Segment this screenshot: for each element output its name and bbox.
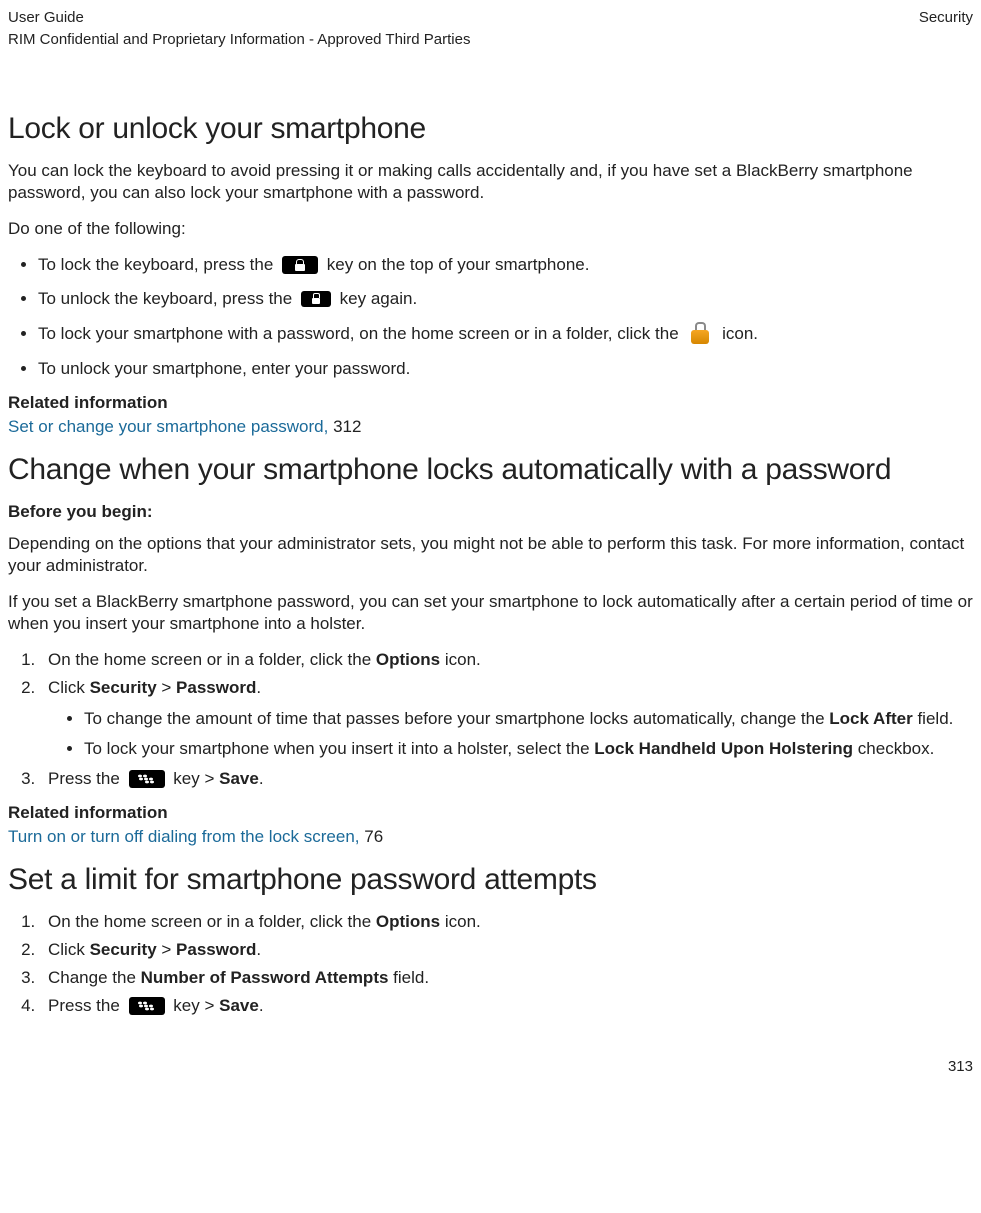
- text: icon.: [722, 324, 758, 343]
- auto-lock-sub-bullets: To change the amount of time that passes…: [48, 708, 973, 760]
- text: On the home screen or in a folder, click…: [48, 650, 376, 669]
- text: Save: [219, 996, 259, 1015]
- lock-icon: [689, 322, 711, 344]
- list-item: Click Security > Password. To change the…: [40, 677, 973, 759]
- text: key on the top of your smartphone.: [327, 255, 590, 274]
- text: Lock Handheld Upon Holstering: [594, 739, 853, 758]
- list-item: To lock your smartphone when you insert …: [84, 738, 973, 760]
- related-info-heading: Related information: [8, 802, 973, 824]
- text: Change the: [48, 968, 141, 987]
- page-header: User Guide Security: [8, 8, 973, 28]
- related-link[interactable]: Set or change your smartphone password,: [8, 417, 333, 436]
- text: field.: [388, 968, 429, 987]
- text: To change the amount of time that passes…: [84, 709, 829, 728]
- list-item: Press the key > Save.: [40, 768, 973, 790]
- related-link-row: Set or change your smartphone password, …: [8, 416, 973, 438]
- related-link[interactable]: Turn on or turn off dialing from the loc…: [8, 827, 364, 846]
- lock-key-icon: [282, 256, 318, 274]
- text: Password: [176, 678, 256, 697]
- text: Security: [90, 678, 157, 697]
- list-item: Press the key > Save.: [40, 995, 973, 1017]
- text: Security: [90, 940, 157, 959]
- text: Options: [376, 650, 440, 669]
- text: icon.: [440, 912, 481, 931]
- related-page: 76: [364, 827, 383, 846]
- heading-auto-lock: Change when your smartphone locks automa…: [8, 450, 973, 489]
- auto-lock-intro: If you set a BlackBerry smartphone passw…: [8, 591, 973, 635]
- text: Number of Password Attempts: [141, 968, 389, 987]
- text: Save: [219, 769, 259, 788]
- text: >: [157, 940, 176, 959]
- text: key >: [173, 996, 219, 1015]
- text: To lock your smartphone with a password,…: [38, 324, 683, 343]
- password-attempts-steps: On the home screen or in a folder, click…: [8, 911, 973, 1017]
- text: icon.: [440, 650, 481, 669]
- text: .: [259, 996, 264, 1015]
- lock-unlock-bullets: To lock the keyboard, press the key on t…: [8, 254, 973, 379]
- text: Click: [48, 678, 90, 697]
- text: field.: [913, 709, 954, 728]
- text: To lock your smartphone when you insert …: [84, 739, 594, 758]
- page-number: 313: [8, 1057, 973, 1077]
- related-link-row: Turn on or turn off dialing from the loc…: [8, 826, 973, 848]
- heading-lock-unlock: Lock or unlock your smartphone: [8, 109, 973, 148]
- list-item: On the home screen or in a folder, click…: [40, 911, 973, 933]
- related-page: 312: [333, 417, 361, 436]
- text: checkbox.: [853, 739, 934, 758]
- header-sub: RIM Confidential and Proprietary Informa…: [8, 30, 973, 50]
- do-one-text: Do one of the following:: [8, 218, 973, 240]
- text: .: [256, 940, 261, 959]
- text: .: [259, 769, 264, 788]
- blackberry-key-icon: [129, 770, 165, 788]
- intro-text: You can lock the keyboard to avoid press…: [8, 160, 973, 204]
- text: To unlock the keyboard, press the: [38, 289, 297, 308]
- auto-lock-steps: On the home screen or in a folder, click…: [8, 649, 973, 789]
- heading-password-attempts: Set a limit for smartphone password atte…: [8, 860, 973, 899]
- list-item: To unlock your smartphone, enter your pa…: [38, 358, 973, 380]
- text: key >: [173, 769, 219, 788]
- text: On the home screen or in a folder, click…: [48, 912, 376, 931]
- text: >: [157, 678, 176, 697]
- list-item: Change the Number of Password Attempts f…: [40, 967, 973, 989]
- related-info-heading: Related information: [8, 392, 973, 414]
- list-item: On the home screen or in a folder, click…: [40, 649, 973, 671]
- list-item: To unlock the keyboard, press the key ag…: [38, 288, 973, 310]
- text: Password: [176, 940, 256, 959]
- text: Press the: [48, 769, 125, 788]
- list-item: To lock the keyboard, press the key on t…: [38, 254, 973, 276]
- blackberry-key-icon: [129, 997, 165, 1015]
- header-right: Security: [919, 8, 973, 28]
- list-item: Click Security > Password.: [40, 939, 973, 961]
- lock-key-icon: [301, 291, 331, 307]
- text: To lock the keyboard, press the: [38, 255, 278, 274]
- text: Lock After: [829, 709, 912, 728]
- text: Press the: [48, 996, 125, 1015]
- text: .: [256, 678, 261, 697]
- header-left: User Guide: [8, 8, 84, 28]
- text: key again.: [340, 289, 418, 308]
- admin-note: Depending on the options that your admin…: [8, 533, 973, 577]
- list-item: To lock your smartphone with a password,…: [38, 322, 973, 345]
- text: Options: [376, 912, 440, 931]
- text: Click: [48, 940, 90, 959]
- list-item: To change the amount of time that passes…: [84, 708, 973, 730]
- before-you-begin: Before you begin:: [8, 501, 973, 523]
